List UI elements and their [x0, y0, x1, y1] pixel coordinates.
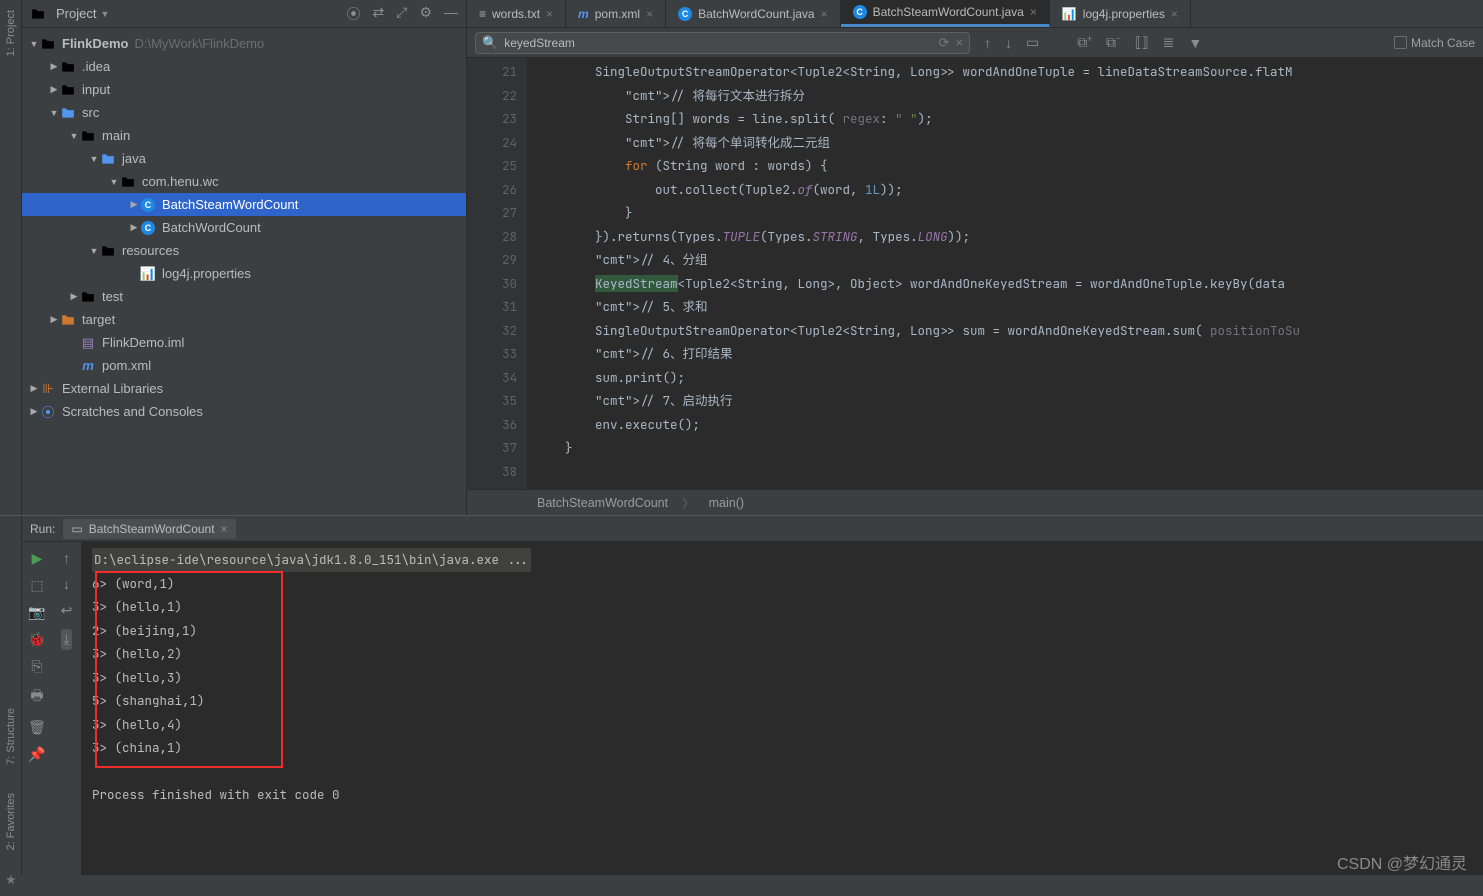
toggle-icon[interactable]: ≣ — [1163, 34, 1175, 51]
up-icon[interactable]: ↑ — [63, 550, 70, 566]
editor-tabs: ≡words.txt× mpom.xml× CBatchWordCount.ja… — [467, 0, 1483, 28]
prev-match-icon[interactable]: ↑ — [984, 35, 991, 51]
close-icon[interactable]: × — [1030, 5, 1037, 19]
editor-tab[interactable]: mpom.xml× — [566, 0, 666, 27]
hide-icon[interactable]: — — [444, 4, 458, 24]
editor-tab[interactable]: 📊log4j.properties× — [1050, 0, 1191, 27]
remove-selection-icon[interactable]: ⧉⁻ — [1106, 34, 1121, 51]
sidebar-tab-project[interactable]: 1: Project — [3, 4, 19, 62]
tree-node[interactable]: mpom.xml — [22, 354, 466, 377]
debug-icon[interactable]: 🐞 — [28, 631, 45, 648]
tree-node[interactable]: ▶⦿Scratches and Consoles — [22, 400, 466, 423]
close-icon[interactable]: × — [646, 7, 653, 21]
tree-node[interactable]: ▤FlinkDemo.iml — [22, 331, 466, 354]
tree-node[interactable]: ▶CBatchWordCount — [22, 216, 466, 239]
search-icon: 🔍 — [482, 35, 498, 51]
camera-icon[interactable]: 📷 — [28, 604, 45, 621]
tree-node[interactable]: ▼java — [22, 147, 466, 170]
print-icon[interactable]: 🖶 — [30, 685, 43, 709]
sidebar-tab-structure[interactable]: 7: Structure — [3, 702, 19, 771]
tree-node[interactable]: ▼com.henu.wc — [22, 170, 466, 193]
tree-node[interactable]: ▶⊪External Libraries — [22, 377, 466, 400]
find-input[interactable] — [504, 36, 932, 50]
scrollend-icon[interactable]: ⤓ — [61, 629, 71, 650]
console-output[interactable]: D:\eclipse-ide\resource\java\jdk1.8.0_15… — [82, 542, 1483, 875]
gear-icon[interactable]: ⚙ — [419, 4, 432, 24]
project-panel-title: Project — [56, 6, 96, 21]
close-icon[interactable]: × — [821, 7, 828, 21]
next-match-icon[interactable]: ↓ — [1005, 35, 1012, 51]
filter-icon[interactable]: ▼ — [1188, 35, 1202, 51]
editor-tab-active[interactable]: CBatchSteamWordCount.java× — [841, 0, 1050, 27]
tree-node-selected[interactable]: ▶CBatchSteamWordCount — [22, 193, 466, 216]
close-icon[interactable]: × — [1171, 7, 1178, 21]
expand-icon[interactable]: ⇄ — [373, 4, 385, 24]
sidebar-tab-favorites[interactable]: 2: Favorites — [3, 787, 19, 856]
add-selection-icon[interactable]: ⧉⁺ — [1077, 34, 1092, 51]
project-tree[interactable]: ▼ FlinkDemo D:\MyWork\FlinkDemo ▶.idea ▶… — [22, 28, 466, 515]
tree-node[interactable]: ▼src — [22, 101, 466, 124]
down-icon[interactable]: ↓ — [63, 576, 70, 592]
breadcrumb[interactable]: BatchSteamWordCount — [537, 496, 668, 510]
select-all-icon[interactable]: ▭ — [1026, 34, 1039, 51]
tree-node[interactable]: ▶.idea — [22, 55, 466, 78]
find-input-wrap: 🔍 ⟳ × — [475, 32, 970, 54]
tree-node[interactable]: ▶target — [22, 308, 466, 331]
tree-node[interactable]: 📊log4j.properties — [22, 262, 466, 285]
tree-node[interactable]: ▼resources — [22, 239, 466, 262]
exit-icon[interactable]: ⎘ — [31, 658, 42, 675]
tree-root[interactable]: ▼ FlinkDemo D:\MyWork\FlinkDemo — [22, 32, 466, 55]
run-tab[interactable]: ▭ BatchSteamWordCount × — [63, 519, 235, 539]
locate-icon[interactable]: ⦿ — [347, 4, 361, 24]
select-occurrences-icon[interactable]: ⟦⟧ — [1135, 34, 1149, 51]
softwrap-icon[interactable]: ↩ — [61, 602, 73, 619]
find-history-icon[interactable]: ⟳ — [939, 35, 950, 51]
trash-icon[interactable]: 🗑 — [28, 719, 46, 736]
project-icon — [30, 6, 46, 22]
close-icon[interactable]: × — [546, 7, 553, 21]
tree-node[interactable]: ▶input — [22, 78, 466, 101]
watermark: CSDN @梦幻通灵 — [1337, 850, 1467, 874]
tree-node[interactable]: ▶test — [22, 285, 466, 308]
code-editor[interactable]: SingleOutputStreamOperator<Tuple2<String… — [527, 58, 1483, 489]
run-title: Run: — [30, 522, 55, 536]
stop-icon[interactable]: ⬚ — [30, 577, 43, 594]
run-icon[interactable]: ▶ — [32, 550, 43, 567]
find-close-icon[interactable]: × — [955, 35, 963, 50]
editor-tab[interactable]: CBatchWordCount.java× — [666, 0, 841, 27]
editor-tab[interactable]: ≡words.txt× — [467, 0, 566, 27]
gutter: 212223242526272829303132333435363738 — [467, 58, 527, 489]
match-case-checkbox[interactable]: Match Case — [1394, 36, 1475, 50]
collapse-icon[interactable]: ⤢ — [396, 4, 407, 24]
tree-node[interactable]: ▼main — [22, 124, 466, 147]
pin-icon[interactable]: 📌 — [28, 746, 45, 763]
breadcrumb[interactable]: main() — [709, 496, 744, 510]
